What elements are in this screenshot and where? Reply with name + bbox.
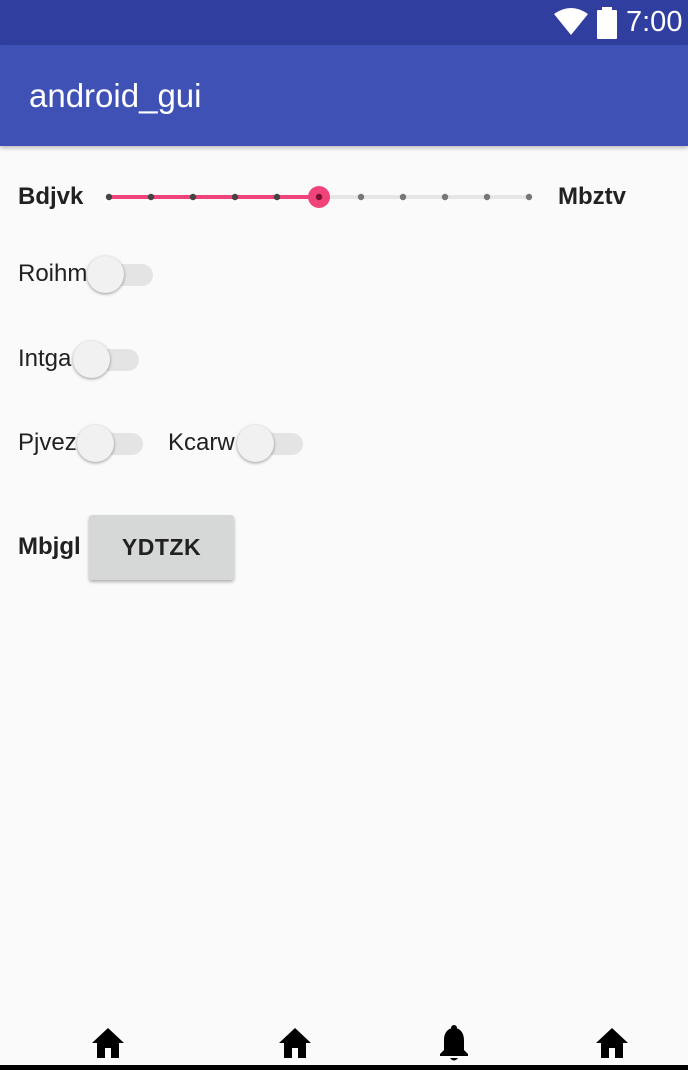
button-row-label: Mbjgl [18,533,81,560]
switch-thumb [87,256,124,293]
switch-roihm[interactable] [87,254,153,294]
slider-tick [441,193,449,201]
wifi-icon [554,8,588,35]
switch-thumb [237,425,274,462]
home-icon[interactable] [595,1027,629,1059]
switch-thumb [73,341,110,378]
slider-tick [483,193,491,201]
app-bar: android_gui [0,45,688,146]
switch-kcarw[interactable] [237,423,303,463]
switch-pjvez[interactable] [77,423,143,463]
status-bar: 7:00 [0,0,688,45]
app-title: android_gui [29,77,202,114]
slider-tick [273,193,281,201]
battery-icon [597,7,617,39]
switch-thumb [77,425,114,462]
switch-intga[interactable] [73,339,139,379]
switch-label-intga: Intga [18,345,72,372]
slider-right-label: Mbztv [558,183,626,210]
navigation-bar-edge [0,1065,688,1070]
slider-left-label: Bdjvk [18,183,84,210]
slider-tick [147,193,155,201]
slider-thumb-tick [315,193,323,201]
status-time: 7:00 [626,6,683,38]
home-icon[interactable] [278,1027,312,1059]
slider-tick [189,193,197,201]
slider-tick [105,193,113,201]
bottom-nav [0,1018,688,1070]
discrete-slider[interactable] [100,183,540,213]
slider-tick [231,193,239,201]
switch-label-roihm: Roihm [18,260,88,287]
slider-tick [357,193,365,201]
slider-tick [399,193,407,201]
switch-label-pjvez: Pjvez [18,429,77,456]
home-icon[interactable] [91,1027,125,1059]
slider-tick [525,193,533,201]
bell-icon[interactable] [438,1025,470,1063]
switch-label-kcarw: Kcarw [168,429,235,456]
ydtzk-button[interactable]: YDTZK [89,515,234,580]
